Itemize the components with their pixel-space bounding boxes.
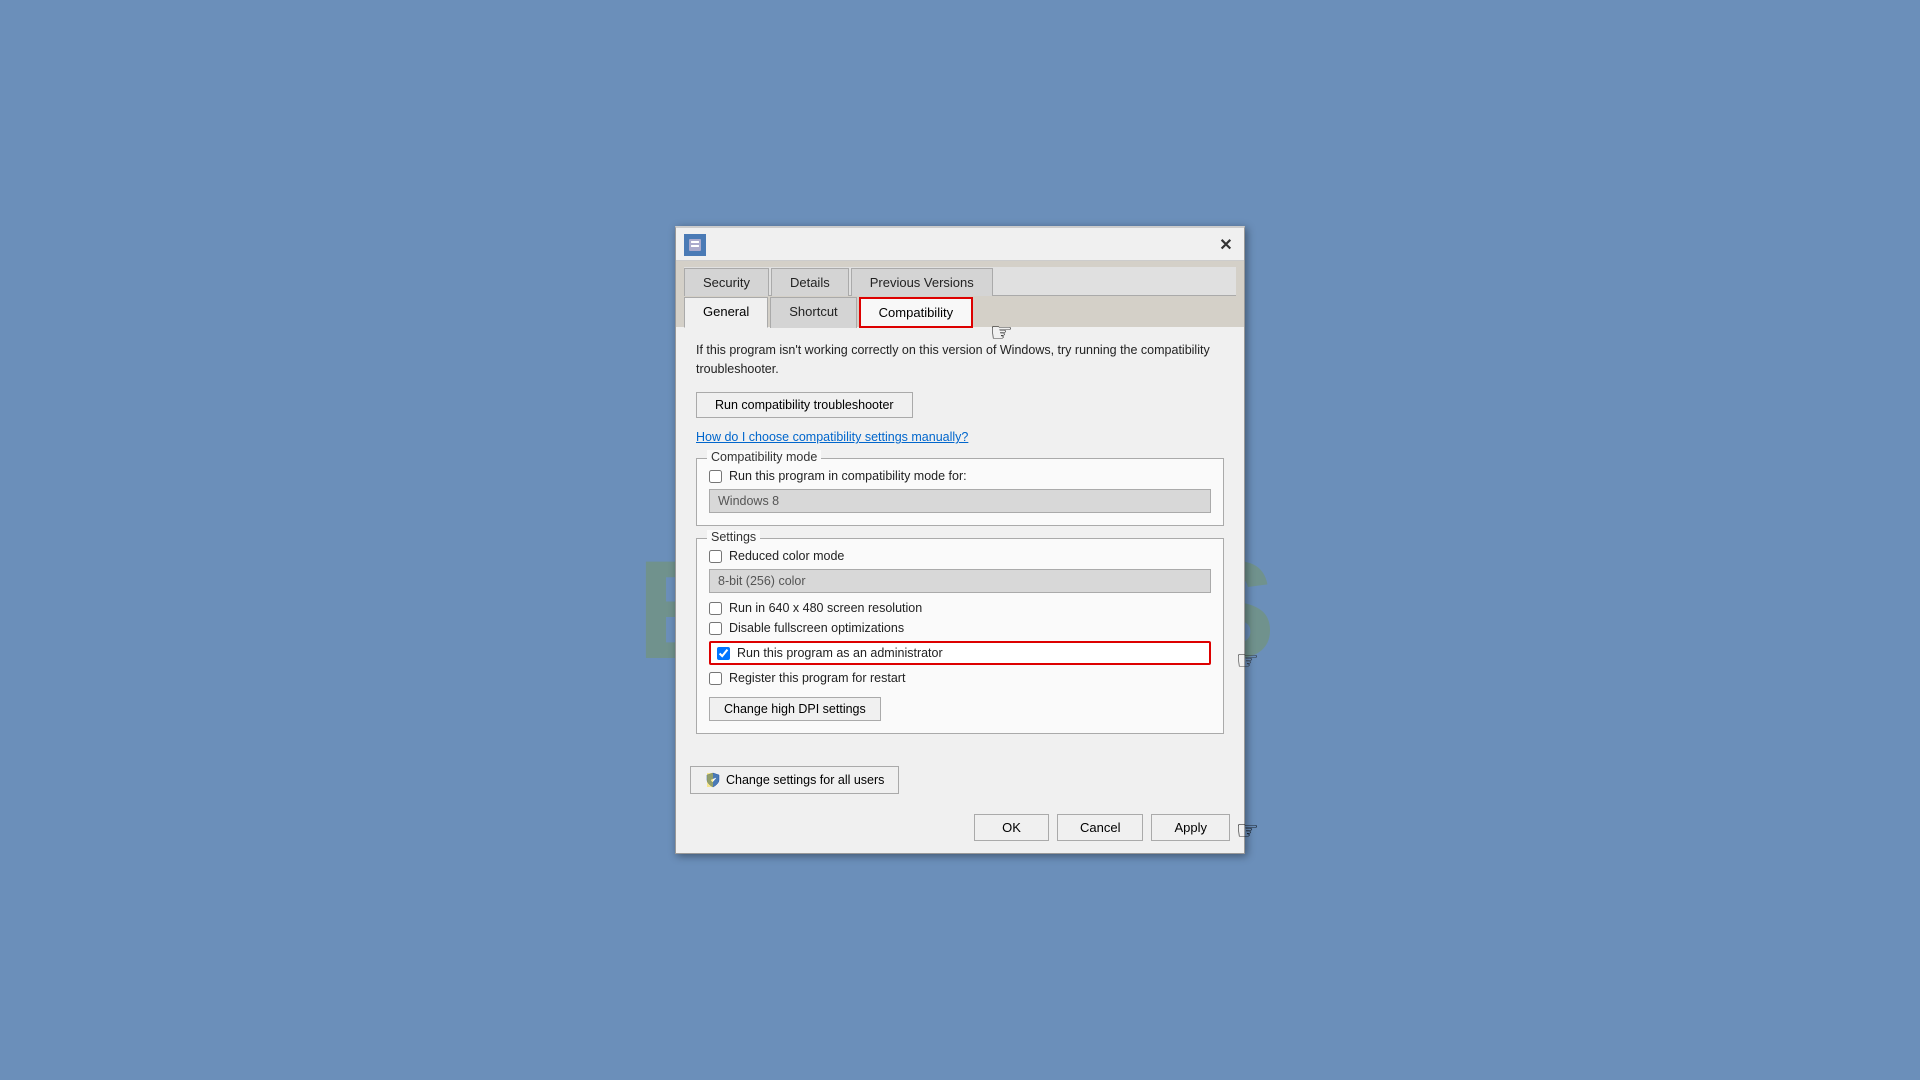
reduced-color-checkbox[interactable] bbox=[709, 550, 722, 563]
tab-security[interactable]: Security bbox=[684, 268, 769, 296]
ok-button[interactable]: OK bbox=[974, 814, 1049, 841]
titlebar: ✕ bbox=[676, 228, 1244, 261]
close-button[interactable]: ✕ bbox=[1216, 235, 1236, 255]
settings-section: Settings Reduced color mode 8-bit (256) … bbox=[696, 538, 1224, 734]
compatibility-mode-section: Compatibility mode Run this program in c… bbox=[696, 458, 1224, 526]
register-restart-label: Register this program for restart bbox=[729, 671, 905, 685]
run-640-checkbox[interactable] bbox=[709, 602, 722, 615]
tabs-wrapper: Security Details Previous Versions Gener… bbox=[676, 261, 1244, 327]
cursor-apply-icon: ☞ bbox=[1236, 815, 1259, 846]
register-restart-row: Register this program for restart bbox=[709, 671, 1211, 685]
change-dpi-button[interactable]: Change high DPI settings bbox=[709, 697, 881, 721]
run-admin-label: Run this program as an administrator bbox=[737, 646, 943, 660]
tabs-row2: General Shortcut Compatibility ☞ bbox=[684, 296, 1236, 327]
run-640-label: Run in 640 x 480 screen resolution bbox=[729, 601, 922, 615]
compat-mode-checkbox-row: Run this program in compatibility mode f… bbox=[709, 469, 1211, 483]
compatibility-mode-label: Compatibility mode bbox=[707, 450, 821, 464]
apply-button[interactable]: Apply ☞ bbox=[1151, 814, 1230, 841]
color-mode-dropdown[interactable]: 8-bit (256) color bbox=[709, 569, 1211, 593]
disable-fullscreen-checkbox[interactable] bbox=[709, 622, 722, 635]
run-troubleshooter-button[interactable]: Run compatibility troubleshooter bbox=[696, 392, 913, 418]
change-settings-button[interactable]: Change settings for all users bbox=[690, 766, 899, 794]
cancel-button[interactable]: Cancel bbox=[1057, 814, 1143, 841]
dialog-footer: Change settings for all users bbox=[676, 756, 1244, 806]
disable-fullscreen-row: Disable fullscreen optimizations bbox=[709, 621, 1211, 635]
change-settings-label: Change settings for all users bbox=[726, 773, 884, 787]
tab-details[interactable]: Details bbox=[771, 268, 849, 296]
properties-dialog: ✕ Security Details Previous Versions Gen… bbox=[675, 226, 1245, 855]
dialog-content: If this program isn't working correctly … bbox=[676, 327, 1244, 757]
disable-fullscreen-label: Disable fullscreen optimizations bbox=[729, 621, 904, 635]
cursor-admin-icon: ☞ bbox=[1236, 645, 1259, 676]
compat-mode-dropdown[interactable]: Windows 8 bbox=[709, 489, 1211, 513]
run-admin-checkbox[interactable] bbox=[717, 647, 730, 660]
tab-compatibility[interactable]: Compatibility ☞ bbox=[859, 297, 973, 328]
settings-label: Settings bbox=[707, 530, 760, 544]
compat-mode-checkbox-label: Run this program in compatibility mode f… bbox=[729, 469, 967, 483]
run-640-row: Run in 640 x 480 screen resolution bbox=[709, 601, 1211, 615]
run-admin-row: Run this program as an administrator ☞ bbox=[709, 641, 1211, 665]
app-icon bbox=[684, 234, 706, 256]
bottom-buttons: OK Cancel Apply ☞ bbox=[676, 806, 1244, 853]
help-link[interactable]: How do I choose compatibility settings m… bbox=[696, 430, 1224, 444]
reduced-color-row: Reduced color mode bbox=[709, 549, 1211, 563]
reduced-color-label: Reduced color mode bbox=[729, 549, 844, 563]
tabs-row1: Security Details Previous Versions bbox=[684, 267, 1236, 296]
tab-general[interactable]: General bbox=[684, 297, 768, 328]
compat-mode-checkbox[interactable] bbox=[709, 470, 722, 483]
shield-icon bbox=[705, 772, 721, 788]
tab-shortcut[interactable]: Shortcut bbox=[770, 297, 856, 328]
info-text: If this program isn't working correctly … bbox=[696, 341, 1224, 379]
register-restart-checkbox[interactable] bbox=[709, 672, 722, 685]
tab-previous-versions[interactable]: Previous Versions bbox=[851, 268, 993, 296]
